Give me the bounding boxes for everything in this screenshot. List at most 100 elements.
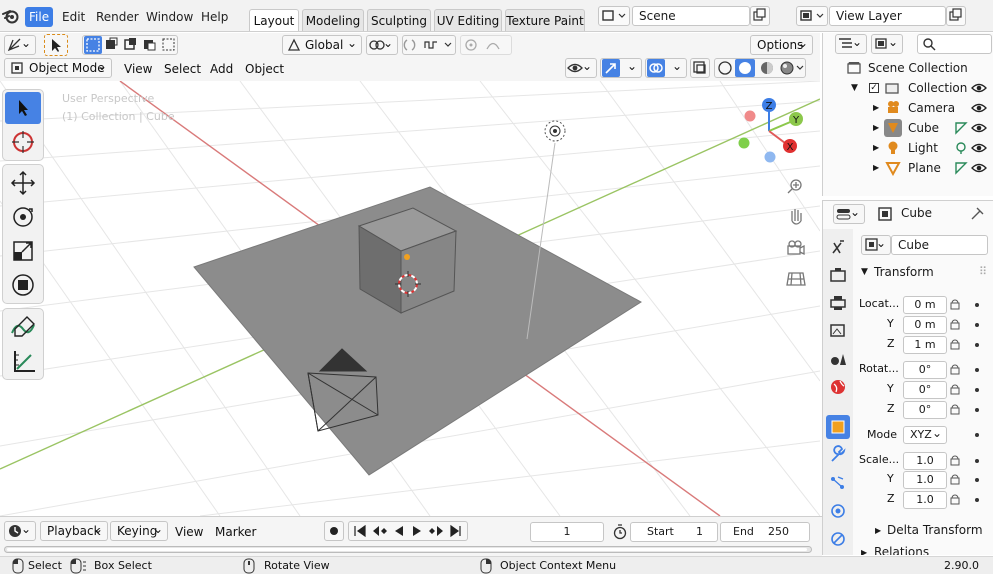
outliner-row-cube[interactable]: ▶ Cube <box>823 118 993 138</box>
menu-select[interactable]: Select <box>164 60 201 78</box>
delta-transform-panel[interactable]: Delta Transform <box>887 523 983 537</box>
viewport-canvas[interactable]: Z Y X <box>0 81 820 516</box>
view-layer-browse-button[interactable] <box>796 6 828 26</box>
tab-world-properties[interactable] <box>826 375 850 399</box>
eye-icon[interactable] <box>971 82 987 94</box>
expand-arrow-icon[interactable]: ▶ <box>873 158 879 178</box>
select-box-tool[interactable] <box>5 92 41 124</box>
rotation-y-field[interactable]: 0° <box>903 381 947 399</box>
eye-icon[interactable] <box>971 122 987 134</box>
start-frame-field[interactable]: Start 1 <box>630 522 718 542</box>
visibility-dropdown[interactable] <box>565 57 597 78</box>
outliner-row-collection[interactable]: ▼ ✓ Collection <box>823 78 993 98</box>
transform-tool[interactable] <box>5 269 41 301</box>
transform-panel-title[interactable]: Transform <box>874 265 934 279</box>
editor-type-button[interactable] <box>4 34 36 55</box>
expand-arrow-icon[interactable]: ▶ <box>873 118 879 138</box>
scale-z-field[interactable]: 1.0 <box>903 491 947 509</box>
timeline-marker-menu[interactable]: Marker <box>215 523 256 541</box>
scale-y-field[interactable]: 1.0 <box>903 471 947 489</box>
checkbox-icon[interactable]: ✓ <box>869 83 879 93</box>
camera-view-icon[interactable] <box>787 240 805 256</box>
tab-modeling[interactable]: Modeling <box>302 9 364 31</box>
expand-arrow-icon[interactable]: ▶ <box>873 138 879 158</box>
eye-icon[interactable] <box>971 102 987 114</box>
menu-view[interactable]: View <box>124 60 152 78</box>
expand-arrow-icon[interactable]: ▼ <box>851 78 858 98</box>
gizmo-neg-x[interactable] <box>744 110 756 122</box>
location-y-field[interactable]: 0 m <box>903 316 947 334</box>
transform-collapse-arrow-icon[interactable]: ▼ <box>861 267 868 277</box>
stopwatch-icon[interactable] <box>612 524 628 540</box>
lock-keyframe-column[interactable] <box>949 297 989 507</box>
scale-tool[interactable] <box>5 235 41 267</box>
outliner-row-camera[interactable]: ▶ Camera <box>823 98 993 118</box>
object-name-field[interactable]: Cube <box>891 235 988 255</box>
relations-panel[interactable]: Relations <box>874 545 929 555</box>
tab-tool-properties[interactable] <box>826 235 850 259</box>
xray-toggle[interactable] <box>690 58 710 78</box>
outliner-row-plane[interactable]: ▶ Plane <box>823 158 993 178</box>
keying-menu[interactable]: Keying <box>110 520 168 541</box>
location-z-field[interactable]: 1 m <box>903 336 947 354</box>
end-frame-field[interactable]: End 250 <box>720 522 810 542</box>
navigation-gizmo[interactable]: Z Y X <box>738 98 804 163</box>
playback-controls[interactable] <box>348 521 468 541</box>
display-mode-dropdown[interactable] <box>871 33 903 54</box>
move-tool[interactable] <box>5 167 41 199</box>
outliner-editor-type[interactable] <box>835 33 867 54</box>
menu-file[interactable]: File <box>25 7 54 27</box>
current-frame-field[interactable]: 1 <box>530 522 604 542</box>
eye-icon[interactable] <box>971 162 987 174</box>
measure-tool[interactable] <box>5 345 41 377</box>
scale-x-field[interactable]: 1.0 <box>903 452 947 470</box>
tab-particles-properties[interactable] <box>826 471 850 495</box>
snap-group[interactable] <box>402 35 456 55</box>
select-tool-button[interactable] <box>44 34 68 56</box>
playback-menu[interactable]: Playback <box>40 520 108 541</box>
menu-help[interactable]: Help <box>197 7 232 27</box>
scene-browse-button[interactable] <box>598 6 630 26</box>
rotation-z-field[interactable]: 0° <box>903 401 947 419</box>
cursor-tool[interactable] <box>5 126 41 158</box>
expand-arrow-icon[interactable]: ▶ <box>873 98 879 118</box>
proportional-edit-group[interactable] <box>460 35 512 55</box>
tab-render-properties[interactable] <box>826 263 850 287</box>
timeline-scrollbar[interactable] <box>4 546 812 553</box>
gizmo-neg-z[interactable] <box>764 151 776 163</box>
view-layer-name-field[interactable]: View Layer <box>829 6 946 26</box>
pivot-point-dropdown[interactable] <box>366 34 398 55</box>
outliner-row-scene-collection[interactable]: Scene Collection <box>823 58 993 78</box>
menu-edit[interactable]: Edit <box>58 7 89 27</box>
shading-mode-group[interactable] <box>714 58 806 78</box>
record-button[interactable] <box>324 521 344 541</box>
overlays-dropdown[interactable] <box>645 57 687 78</box>
tab-object-properties[interactable] <box>826 415 850 439</box>
perspective-grid-icon[interactable] <box>786 272 806 286</box>
scene-name-field[interactable]: Scene <box>632 6 750 26</box>
tab-layout[interactable]: Layout <box>249 9 299 31</box>
transform-orientation-dropdown[interactable]: Global <box>282 34 362 55</box>
timeline-scroll-thumb[interactable] <box>7 548 807 551</box>
rotation-mode-dropdown[interactable]: XYZ <box>903 425 947 444</box>
options-dropdown[interactable]: Options <box>750 34 813 55</box>
rotate-tool[interactable] <box>5 201 41 233</box>
tab-view-layer-properties[interactable] <box>826 319 850 343</box>
properties-editor-type[interactable] <box>833 203 865 224</box>
timeline-view-menu[interactable]: View <box>175 523 203 541</box>
menu-add[interactable]: Add <box>210 60 233 78</box>
object-data-browse[interactable] <box>861 234 891 255</box>
timeline-editor-type[interactable] <box>4 520 36 541</box>
relations-expand-icon[interactable]: ▶ <box>861 548 867 555</box>
tab-scene-properties[interactable] <box>826 347 850 371</box>
annotate-tool[interactable] <box>5 311 41 343</box>
tab-uv-editing[interactable]: UV Editing <box>434 9 502 31</box>
blender-logo-icon[interactable] <box>2 7 20 25</box>
outliner-row-light[interactable]: ▶ Light <box>823 138 993 158</box>
tab-sculpting[interactable]: Sculpting <box>367 9 431 31</box>
menu-object[interactable]: Object <box>245 60 284 78</box>
object-mode-dropdown[interactable]: Object Mode <box>4 57 112 78</box>
gizmo-neg-y[interactable] <box>738 137 750 149</box>
3d-viewport[interactable]: Z Y X User Perspective (1) Collection | … <box>0 81 820 516</box>
rotation-x-field[interactable]: 0° <box>903 361 947 379</box>
